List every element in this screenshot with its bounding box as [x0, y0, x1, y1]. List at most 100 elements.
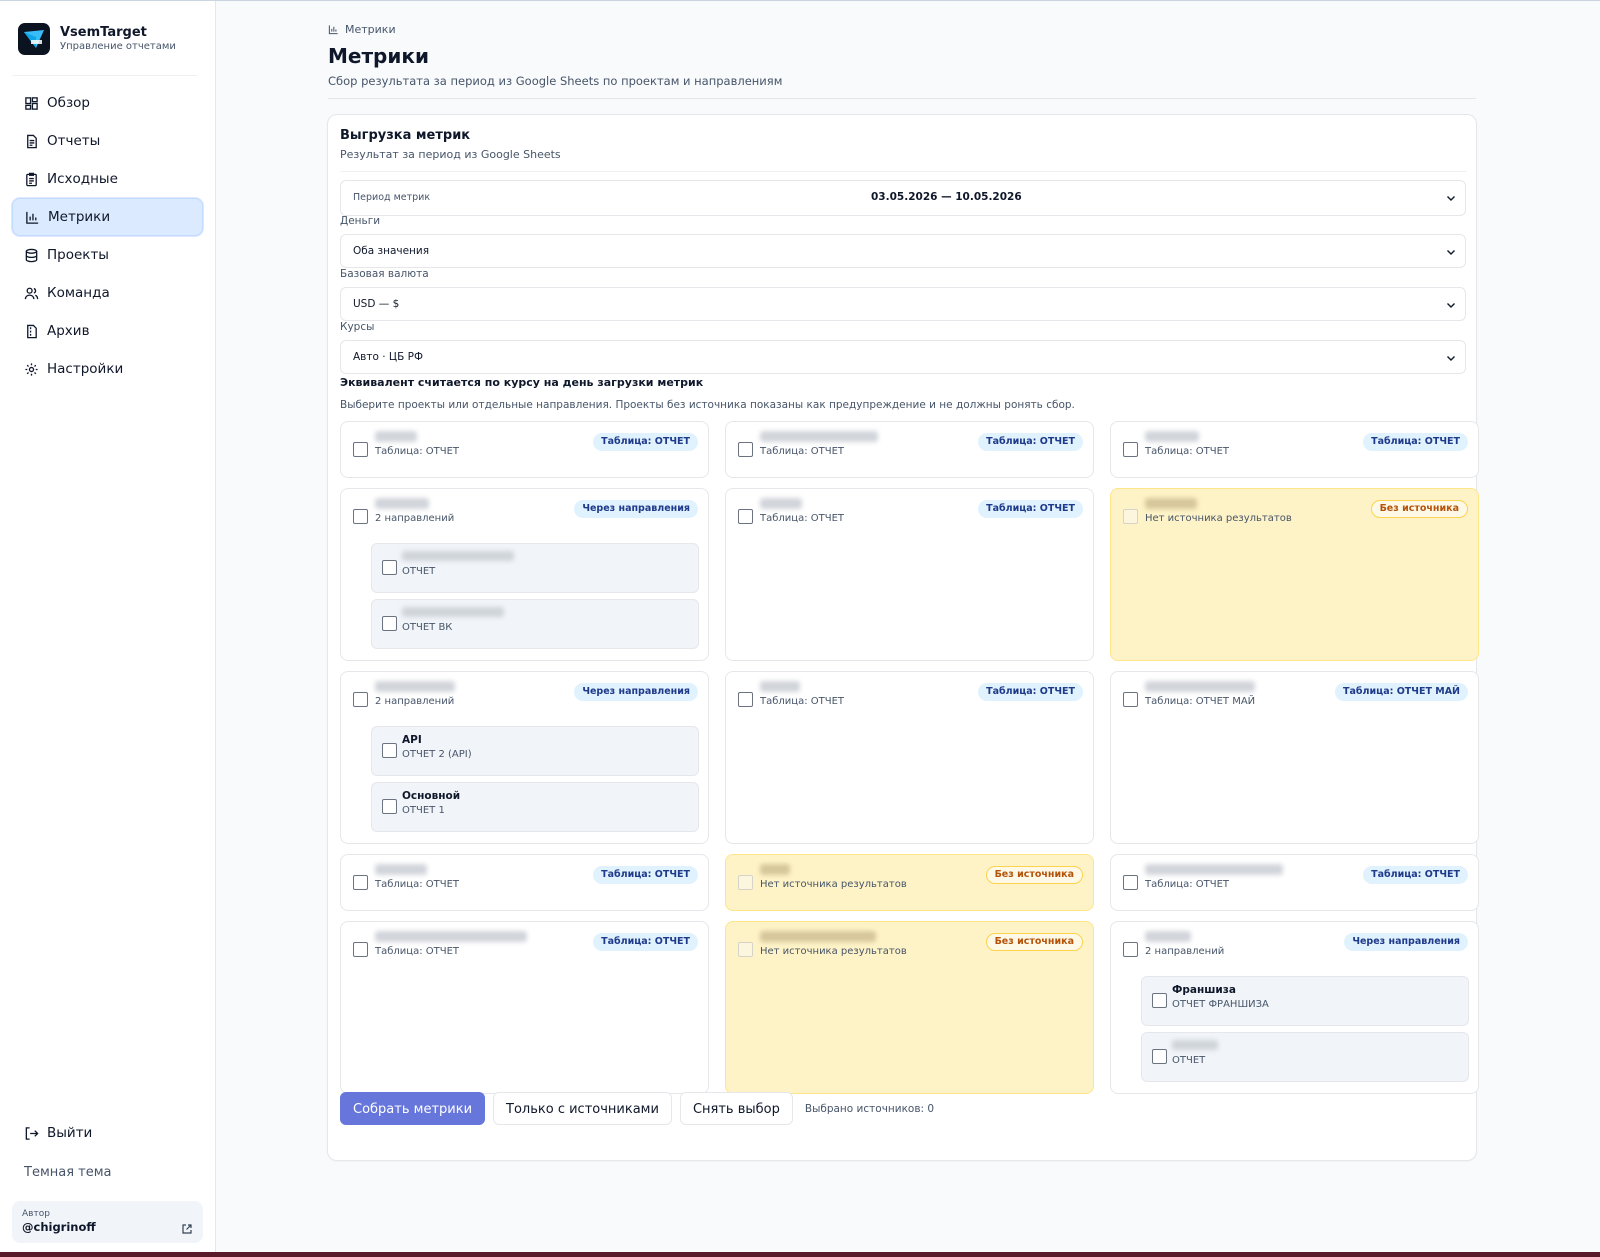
- project-source: Нет источника результатов: [760, 879, 907, 890]
- brand-name: VsemTarget: [60, 25, 147, 40]
- source-badge: Таблица: ОТЧЕТ: [1363, 866, 1468, 884]
- archive-icon: [27, 324, 37, 338]
- direction-item[interactable]: ОТЧЕТ ВК: [371, 599, 699, 649]
- rates-value: Авто · ЦБ РФ: [353, 351, 423, 363]
- project-tile[interactable]: Таблица: ОТЧЕТ Таблица: ОТЧЕТ: [1110, 854, 1479, 911]
- currency-select[interactable]: USD — $: [340, 287, 1466, 321]
- project-checkbox[interactable]: [738, 692, 753, 707]
- project-tile[interactable]: Таблица: ОТЧЕТ Таблица: ОТЧЕТ: [1110, 421, 1479, 478]
- project-checkbox[interactable]: [353, 692, 368, 707]
- project-source: Нет источника результатов: [760, 946, 907, 957]
- logout-button[interactable]: Выйти: [0, 1119, 215, 1147]
- project-source: Таблица: ОТЧЕТ: [760, 446, 845, 457]
- clear-selection-button[interactable]: Снять выбор: [679, 1092, 793, 1125]
- metrics-export-card: Выгрузка метрик Результат за период из G…: [327, 114, 1479, 1161]
- sidebar-item-projects[interactable]: Проекты: [12, 236, 203, 274]
- users-icon: [24, 287, 39, 299]
- project-source: Таблица: ОТЧЕТ МАЙ: [1145, 696, 1256, 707]
- sidebar-item-settings[interactable]: Настройки: [12, 350, 203, 388]
- project-checkbox[interactable]: [353, 509, 368, 524]
- project-tile[interactable]: Таблица: ОТЧЕТ Таблица: ОТЧЕТ: [340, 421, 709, 478]
- equivalent-note: Эквивалент считается по курсу на день за…: [340, 376, 704, 389]
- sidebar-item-label: Команда: [47, 285, 110, 301]
- project-tile[interactable]: Таблица: ОТЧЕТ Таблица: ОТЧЕТ: [725, 671, 1094, 844]
- window-bottom-edge: [0, 1252, 1600, 1257]
- project-checkbox[interactable]: [1123, 942, 1138, 957]
- sidebar-item-label: Отчеты: [47, 133, 101, 149]
- project-source: Таблица: ОТЧЕТ: [375, 879, 460, 890]
- project-tile[interactable]: 2 направлений Через направления API ОТЧЕ…: [340, 671, 709, 844]
- direction-name-redacted: [402, 607, 504, 617]
- project-tile[interactable]: Таблица: ОТЧЕТ Таблица: ОТЧЕТ: [340, 921, 709, 1094]
- direction-checkbox[interactable]: [382, 560, 397, 575]
- project-tile[interactable]: Таблица: ОТЧЕТ Таблица: ОТЧЕТ: [725, 488, 1094, 661]
- project-checkbox[interactable]: [738, 442, 753, 457]
- source-badge: Таблица: ОТЧЕТ: [593, 433, 698, 451]
- sidebar-item-overview[interactable]: Обзор: [12, 84, 203, 122]
- project-name-redacted: [760, 681, 800, 692]
- project-tile[interactable]: Таблица: ОТЧЕТ МАЙ Таблица: ОТЧЕТ МАЙ: [1110, 671, 1479, 844]
- direction-item[interactable]: API ОТЧЕТ 2 (API): [371, 726, 699, 776]
- app-logo: [18, 23, 50, 55]
- project-checkbox[interactable]: [353, 442, 368, 457]
- direction-name: Франшиза: [1172, 984, 1236, 996]
- direction-item[interactable]: Франшиза ОТЧЕТ ФРАНШИЗА: [1141, 976, 1469, 1026]
- project-tile[interactable]: 2 направлений Через направления ОТЧЕТ ОТ…: [340, 488, 709, 661]
- rates-select[interactable]: Авто · ЦБ РФ: [340, 340, 1466, 374]
- direction-checkbox[interactable]: [382, 616, 397, 631]
- direction-item[interactable]: ОТЧЕТ: [371, 543, 699, 593]
- sidebar-item-archive[interactable]: Архив: [12, 312, 203, 350]
- project-checkbox[interactable]: [1123, 875, 1138, 890]
- source-badge: Таблица: ОТЧЕТ: [1363, 433, 1468, 451]
- project-checkbox[interactable]: [353, 942, 368, 957]
- project-checkbox[interactable]: [1123, 442, 1138, 457]
- project-tile[interactable]: 2 направлений Через направления Франшиза…: [1110, 921, 1479, 1094]
- project-checkbox-disabled: [1123, 509, 1138, 524]
- bar-chart-icon: [328, 25, 338, 35]
- project-tile[interactable]: Таблица: ОТЧЕТ Таблица: ОТЧЕТ: [340, 854, 709, 911]
- direction-source: ОТЧЕТ ВК: [402, 622, 453, 633]
- direction-checkbox[interactable]: [382, 799, 397, 814]
- sidebar-item-team[interactable]: Команда: [12, 274, 203, 312]
- project-tile-no-source: Нет источника результатов Без источника: [1110, 488, 1479, 661]
- project-name-redacted: [760, 931, 876, 942]
- period-select[interactable]: Период метрик 03.05.2026 — 10.05.2026: [340, 180, 1466, 216]
- direction-checkbox[interactable]: [1152, 993, 1167, 1008]
- breadcrumb: Метрики: [328, 23, 396, 36]
- project-source: Таблица: ОТЧЕТ: [375, 946, 460, 957]
- sidebar-item-label: Проекты: [47, 247, 109, 263]
- project-checkbox[interactable]: [738, 509, 753, 524]
- action-bar: Собрать метрики Только с источниками Сня…: [340, 1092, 934, 1125]
- project-tile[interactable]: Таблица: ОТЧЕТ Таблица: ОТЧЕТ: [725, 421, 1094, 478]
- direction-name-redacted: [1172, 1040, 1218, 1050]
- project-checkbox[interactable]: [1123, 692, 1138, 707]
- direction-source: ОТЧЕТ ФРАНШИЗА: [1172, 999, 1269, 1010]
- divider: [328, 98, 1476, 99]
- sidebar-item-reports[interactable]: Отчеты: [12, 122, 203, 160]
- brand[interactable]: VsemTarget Управление отчетами: [0, 1, 215, 55]
- clipboard-icon: [26, 172, 37, 186]
- author-name: @chigrinoff: [22, 1220, 96, 1234]
- direction-checkbox[interactable]: [382, 743, 397, 758]
- sidebar-item-label: Исходные: [47, 171, 118, 187]
- theme-toggle[interactable]: Темная тема: [0, 1161, 215, 1185]
- rates-label: Курсы: [340, 321, 375, 333]
- project-name-redacted: [1145, 498, 1197, 509]
- direction-checkbox[interactable]: [1152, 1049, 1167, 1064]
- direction-item[interactable]: ОТЧЕТ: [1141, 1032, 1469, 1082]
- project-checkbox[interactable]: [353, 875, 368, 890]
- sidebar-item-metrics[interactable]: Метрики: [12, 198, 203, 236]
- only-sources-button[interactable]: Только с источниками: [493, 1092, 672, 1125]
- sidebar-item-sources[interactable]: Исходные: [12, 160, 203, 198]
- collect-metrics-button[interactable]: Собрать метрики: [340, 1092, 486, 1125]
- project-tile-no-source: Нет источника результатов Без источника: [725, 921, 1094, 1094]
- project-source: 2 направлений: [1145, 946, 1225, 957]
- project-source: 2 направлений: [375, 513, 455, 524]
- document-icon: [27, 134, 37, 148]
- project-name-redacted: [760, 864, 790, 875]
- brand-subtitle: Управление отчетами: [60, 41, 176, 52]
- direction-item[interactable]: Основной ОТЧЕТ 1: [371, 782, 699, 832]
- author-card[interactable]: Автор @chigrinoff: [12, 1201, 203, 1243]
- money-select[interactable]: Оба значения: [340, 234, 1466, 268]
- project-source: Таблица: ОТЧЕТ: [760, 696, 845, 707]
